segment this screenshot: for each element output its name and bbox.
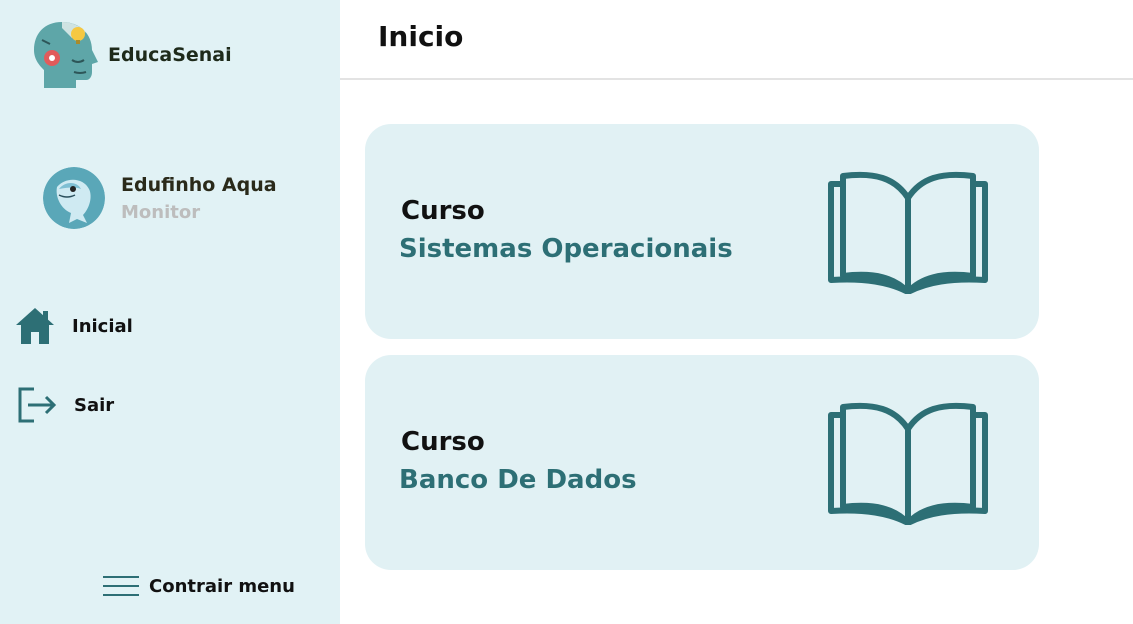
menu-icon bbox=[103, 576, 139, 596]
brain-head-logo-icon bbox=[34, 22, 98, 88]
user-name: Edufinho Aqua bbox=[121, 173, 277, 196]
logout-icon bbox=[18, 387, 57, 423]
book-icon bbox=[828, 171, 988, 294]
collapse-menu-button[interactable]: Contrair menu bbox=[103, 574, 295, 598]
brand-name: EducaSenai bbox=[108, 44, 232, 66]
sidebar-item-label: Inicial bbox=[72, 315, 133, 337]
avatar bbox=[43, 167, 105, 229]
sidebar-item-sair[interactable]: Sair bbox=[14, 385, 114, 425]
sidebar-item-inicial[interactable]: Inicial bbox=[14, 306, 133, 346]
collapse-menu-label: Contrair menu bbox=[149, 575, 295, 597]
course-kicker: Curso bbox=[401, 427, 485, 457]
user-role: Monitor bbox=[121, 201, 201, 223]
book-icon bbox=[828, 402, 988, 525]
sidebar: EducaSenai Edufinho Aqua Monitor Inicial… bbox=[0, 0, 340, 624]
course-name: Sistemas Operacionais bbox=[399, 234, 733, 264]
course-card-banco-de-dados[interactable]: Curso Banco De Dados bbox=[365, 355, 1039, 570]
page-title: Inicio bbox=[378, 20, 464, 53]
top-bar: Inicio bbox=[340, 0, 1133, 80]
sidebar-item-label: Sair bbox=[74, 394, 115, 416]
brand: EducaSenai bbox=[32, 20, 232, 90]
home-icon bbox=[16, 308, 54, 344]
course-card-sistemas-operacionais[interactable]: Curso Sistemas Operacionais bbox=[365, 124, 1039, 339]
course-name: Banco De Dados bbox=[399, 465, 637, 495]
main-content: Curso Sistemas Operacionais Curso Banco … bbox=[340, 80, 1133, 624]
user-profile: Edufinho Aqua Monitor bbox=[43, 167, 277, 229]
course-kicker: Curso bbox=[401, 196, 485, 226]
